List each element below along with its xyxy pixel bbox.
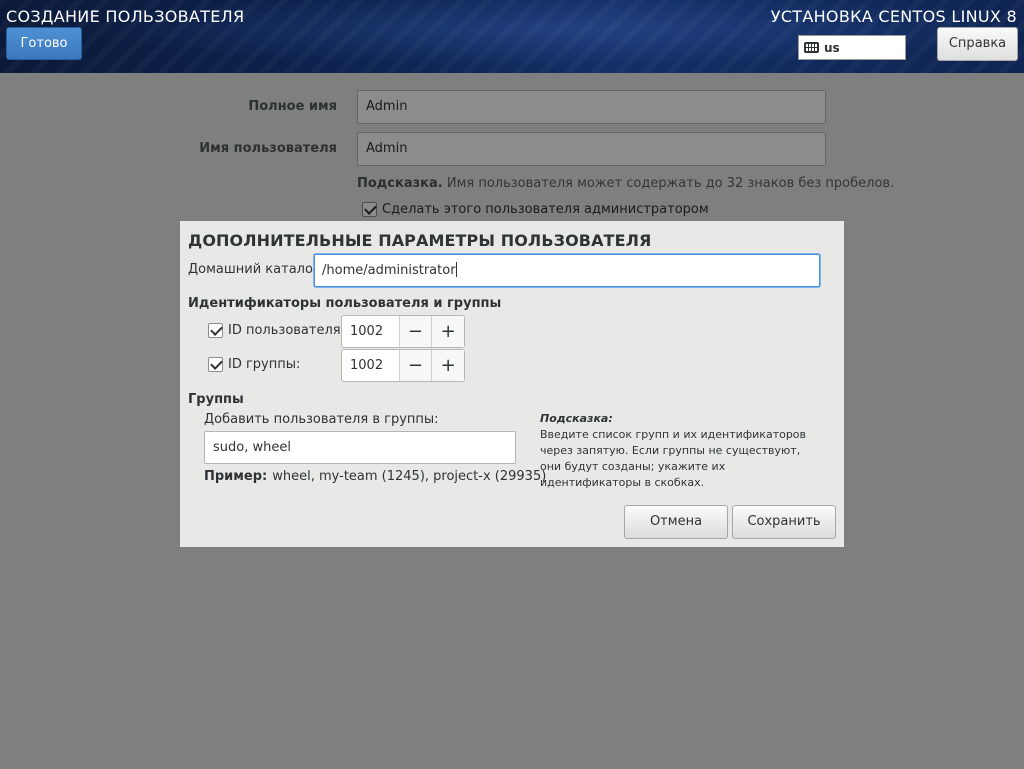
gid-value[interactable]: 1002 — [342, 350, 399, 381]
uid-label: ID пользователя: — [228, 323, 345, 338]
groups-input[interactable]: sudo, wheel — [204, 431, 516, 464]
save-button[interactable]: Сохранить — [732, 505, 836, 539]
example-bold: Пример: — [204, 469, 268, 484]
ids-section-title: Идентификаторы пользователя и группы — [188, 296, 502, 311]
gid-increment-button[interactable]: + — [431, 350, 464, 381]
keyboard-icon — [804, 42, 819, 53]
keyboard-layout-indicator[interactable]: us — [798, 35, 906, 60]
groups-input-label: Добавить пользователя в группы: — [204, 412, 439, 427]
header-bar: СОЗДАНИЕ ПОЛЬЗОВАТЕЛЯ Готово УСТАНОВКА C… — [0, 0, 1024, 73]
groups-example: Пример: wheel, my-team (1245), project-x … — [204, 469, 546, 484]
text-cursor — [455, 262, 457, 277]
groups-hint-title: Подсказка: — [540, 412, 613, 425]
uid-decrement-button[interactable]: − — [398, 316, 432, 347]
example-text: wheel, my-team (1245), project-x (29935) — [272, 469, 547, 484]
cancel-button[interactable]: Отмена — [624, 505, 728, 539]
advanced-user-dialog: ДОПОЛНИТЕЛЬНЫЕ ПАРАМЕТРЫ ПОЛЬЗОВАТЕЛЯ До… — [180, 221, 844, 547]
uid-increment-button[interactable]: + — [431, 316, 464, 347]
done-button[interactable]: Готово — [6, 27, 82, 60]
gid-decrement-button[interactable]: − — [398, 350, 432, 381]
uid-value[interactable]: 1002 — [342, 316, 399, 347]
gid-spinbutton[interactable]: 1002 − + — [341, 349, 465, 382]
groups-section-title: Группы — [188, 392, 244, 407]
uid-spinbutton[interactable]: 1002 − + — [341, 315, 465, 348]
gid-label: ID группы: — [228, 357, 301, 372]
gid-row[interactable]: ID группы: — [208, 357, 300, 372]
help-button[interactable]: Справка — [937, 27, 1018, 61]
keyboard-layout-label: us — [824, 40, 840, 55]
groups-hint-text: Введите список групп и их идентификаторо… — [540, 428, 807, 489]
uid-row[interactable]: ID пользователя: — [208, 323, 345, 338]
home-directory-label: Домашний каталог: — [188, 262, 325, 277]
uid-checkbox[interactable] — [208, 323, 223, 338]
home-directory-value: /home/administrator — [322, 263, 456, 278]
home-directory-input[interactable]: /home/administrator — [314, 254, 820, 287]
product-title: УСТАНОВКА CENTOS LINUX 8 — [770, 7, 1017, 26]
spoke-title: СОЗДАНИЕ ПОЛЬЗОВАТЕЛЯ — [6, 7, 245, 26]
gid-checkbox[interactable] — [208, 357, 223, 372]
dialog-title: ДОПОЛНИТЕЛЬНЫЕ ПАРАМЕТРЫ ПОЛЬЗОВАТЕЛЯ — [188, 231, 652, 250]
